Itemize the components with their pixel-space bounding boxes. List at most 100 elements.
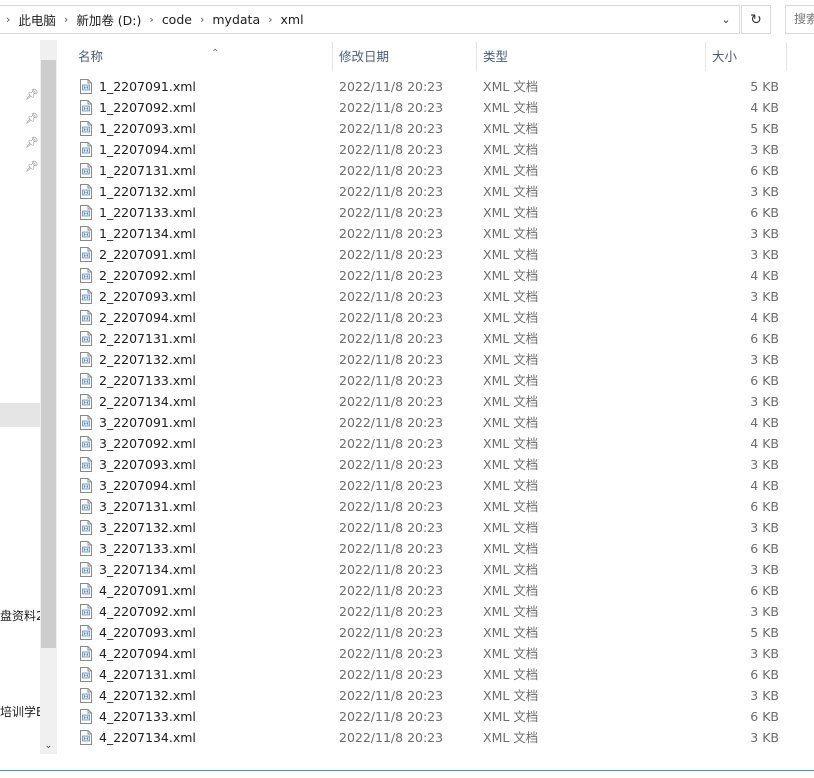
- scrollbar-thumb[interactable]: [41, 60, 56, 648]
- file-name[interactable]: 3_2207093.xml: [99, 454, 196, 475]
- address-history-dropdown[interactable]: ⌄: [712, 5, 740, 34]
- file-name[interactable]: 4_2207133.xml: [99, 706, 196, 727]
- column-date[interactable]: 修改日期: [331, 40, 476, 73]
- file-size: 4 KB: [750, 478, 779, 493]
- file-row[interactable]: 3_2207134.xml 2022/11/8 20:23 XML 文档 3 KB: [57, 559, 787, 580]
- file-name[interactable]: 2_2207093.xml: [99, 286, 196, 307]
- nav-item-training[interactable]: 培训学B: [0, 703, 44, 720]
- file-row[interactable]: 4_2207091.xml 2022/11/8 20:23 XML 文档 6 KB: [57, 580, 787, 601]
- file-name[interactable]: 4_2207134.xml: [99, 727, 196, 748]
- file-row[interactable]: 1_2207093.xml 2022/11/8 20:23 XML 文档 5 KB: [57, 118, 787, 139]
- file-row[interactable]: 1_2207133.xml 2022/11/8 20:23 XML 文档 6 KB: [57, 202, 787, 223]
- file-name[interactable]: 2_2207134.xml: [99, 391, 196, 412]
- file-row[interactable]: 3_2207092.xml 2022/11/8 20:23 XML 文档 4 KB: [57, 433, 787, 454]
- file-size: 6 KB: [750, 541, 779, 556]
- file-name[interactable]: 3_2207133.xml: [99, 538, 196, 559]
- file-date: 2022/11/8 20:23: [339, 121, 444, 136]
- file-row[interactable]: 4_2207134.xml 2022/11/8 20:23 XML 文档 3 KB: [57, 727, 787, 748]
- breadcrumb-mydata[interactable]: mydata: [210, 12, 262, 27]
- chevron-right-icon[interactable]: ›: [200, 13, 204, 26]
- xml-file-icon: [80, 352, 92, 367]
- file-row[interactable]: 1_2207092.xml 2022/11/8 20:23 XML 文档 4 KB: [57, 97, 787, 118]
- file-name[interactable]: 3_2207091.xml: [99, 412, 196, 433]
- file-row[interactable]: 3_2207093.xml 2022/11/8 20:23 XML 文档 3 KB: [57, 454, 787, 475]
- file-row[interactable]: 4_2207131.xml 2022/11/8 20:23 XML 文档 6 KB: [57, 664, 787, 685]
- file-name[interactable]: 1_2207093.xml: [99, 118, 196, 139]
- file-name[interactable]: 2_2207094.xml: [99, 307, 196, 328]
- file-name[interactable]: 2_2207131.xml: [99, 328, 196, 349]
- file-name[interactable]: 4_2207093.xml: [99, 622, 196, 643]
- file-name[interactable]: 1_2207131.xml: [99, 160, 196, 181]
- column-size[interactable]: 大小: [704, 40, 786, 73]
- breadcrumb-xml[interactable]: xml: [279, 12, 306, 27]
- file-row[interactable]: 1_2207132.xml 2022/11/8 20:23 XML 文档 3 KB: [57, 181, 787, 202]
- file-row[interactable]: 2_2207131.xml 2022/11/8 20:23 XML 文档 6 KB: [57, 328, 787, 349]
- file-name[interactable]: 3_2207092.xml: [99, 433, 196, 454]
- file-row[interactable]: 3_2207132.xml 2022/11/8 20:23 XML 文档 3 KB: [57, 517, 787, 538]
- file-name[interactable]: 4_2207091.xml: [99, 580, 196, 601]
- pin-icon[interactable]: 📌︎: [25, 112, 39, 125]
- file-name[interactable]: 2_2207133.xml: [99, 370, 196, 391]
- file-name[interactable]: 2_2207132.xml: [99, 349, 196, 370]
- nav-selected-item[interactable]: [0, 403, 40, 427]
- file-name[interactable]: 4_2207094.xml: [99, 643, 196, 664]
- file-row[interactable]: 2_2207091.xml 2022/11/8 20:23 XML 文档 3 KB: [57, 244, 787, 265]
- file-name[interactable]: 1_2207092.xml: [99, 97, 196, 118]
- file-name[interactable]: 3_2207132.xml: [99, 517, 196, 538]
- file-name[interactable]: 1_2207091.xml: [99, 76, 196, 97]
- file-name[interactable]: 2_2207091.xml: [99, 244, 196, 265]
- chevron-right-icon[interactable]: ›: [6, 13, 10, 26]
- file-row[interactable]: 2_2207094.xml 2022/11/8 20:23 XML 文档 4 KB: [57, 307, 787, 328]
- xml-file-icon: [80, 709, 92, 724]
- file-row[interactable]: 4_2207093.xml 2022/11/8 20:23 XML 文档 5 KB: [57, 622, 787, 643]
- file-row[interactable]: 4_2207132.xml 2022/11/8 20:23 XML 文档 3 KB: [57, 685, 787, 706]
- nav-scrollbar[interactable]: ⌄: [40, 40, 57, 754]
- file-name[interactable]: 3_2207134.xml: [99, 559, 196, 580]
- column-name[interactable]: 名称 ⌃: [70, 40, 332, 73]
- file-name[interactable]: 4_2207131.xml: [99, 664, 196, 685]
- breadcrumb-drive-d[interactable]: 新加卷 (D:): [74, 10, 143, 29]
- search-input[interactable]: 搜索: [785, 5, 814, 34]
- file-row[interactable]: 4_2207094.xml 2022/11/8 20:23 XML 文档 3 KB: [57, 643, 787, 664]
- file-row[interactable]: 4_2207092.xml 2022/11/8 20:23 XML 文档 3 KB: [57, 601, 787, 622]
- column-divider[interactable]: [786, 42, 787, 71]
- file-name[interactable]: 4_2207132.xml: [99, 685, 196, 706]
- file-name[interactable]: 1_2207134.xml: [99, 223, 196, 244]
- breadcrumb-code[interactable]: code: [160, 12, 194, 27]
- pin-icon[interactable]: 📌︎: [25, 160, 39, 173]
- breadcrumb-this-pc[interactable]: 此电脑: [16, 10, 58, 29]
- file-row[interactable]: 1_2207134.xml 2022/11/8 20:23 XML 文档 3 KB: [57, 223, 787, 244]
- pin-icon[interactable]: 📌︎: [25, 136, 39, 149]
- refresh-button[interactable]: ↻: [741, 5, 771, 34]
- file-row[interactable]: 3_2207133.xml 2022/11/8 20:23 XML 文档 6 KB: [57, 538, 787, 559]
- file-row[interactable]: 4_2207133.xml 2022/11/8 20:23 XML 文档 6 KB: [57, 706, 787, 727]
- file-type: XML 文档: [483, 205, 539, 220]
- chevron-right-icon[interactable]: ›: [64, 13, 68, 26]
- scroll-down-arrow-icon[interactable]: ⌄: [40, 737, 57, 754]
- file-row[interactable]: 3_2207131.xml 2022/11/8 20:23 XML 文档 6 KB: [57, 496, 787, 517]
- file-row[interactable]: 2_2207133.xml 2022/11/8 20:23 XML 文档 6 KB: [57, 370, 787, 391]
- column-type[interactable]: 类型: [475, 40, 705, 73]
- file-row[interactable]: 3_2207091.xml 2022/11/8 20:23 XML 文档 4 KB: [57, 412, 787, 433]
- file-name[interactable]: 4_2207092.xml: [99, 601, 196, 622]
- file-row[interactable]: 1_2207091.xml 2022/11/8 20:23 XML 文档 5 KB: [57, 76, 787, 97]
- file-name[interactable]: 3_2207131.xml: [99, 496, 196, 517]
- file-name[interactable]: 3_2207094.xml: [99, 475, 196, 496]
- file-row[interactable]: 2_2207134.xml 2022/11/8 20:23 XML 文档 3 KB: [57, 391, 787, 412]
- status-area: [0, 755, 814, 770]
- chevron-right-icon[interactable]: ›: [268, 13, 272, 26]
- file-row[interactable]: 2_2207132.xml 2022/11/8 20:23 XML 文档 3 KB: [57, 349, 787, 370]
- file-row[interactable]: 1_2207131.xml 2022/11/8 20:23 XML 文档 6 KB: [57, 160, 787, 181]
- file-size: 4 KB: [750, 268, 779, 283]
- file-row[interactable]: 2_2207093.xml 2022/11/8 20:23 XML 文档 3 KB: [57, 286, 787, 307]
- file-row[interactable]: 2_2207092.xml 2022/11/8 20:23 XML 文档 4 KB: [57, 265, 787, 286]
- file-row[interactable]: 1_2207094.xml 2022/11/8 20:23 XML 文档 3 KB: [57, 139, 787, 160]
- nav-item-disk-docs[interactable]: 盘资料2: [0, 607, 44, 624]
- file-name[interactable]: 1_2207132.xml: [99, 181, 196, 202]
- file-name[interactable]: 1_2207133.xml: [99, 202, 196, 223]
- file-name[interactable]: 1_2207094.xml: [99, 139, 196, 160]
- chevron-right-icon[interactable]: ›: [149, 13, 153, 26]
- file-name[interactable]: 2_2207092.xml: [99, 265, 196, 286]
- pin-icon[interactable]: 📌︎: [25, 88, 39, 101]
- file-row[interactable]: 3_2207094.xml 2022/11/8 20:23 XML 文档 4 KB: [57, 475, 787, 496]
